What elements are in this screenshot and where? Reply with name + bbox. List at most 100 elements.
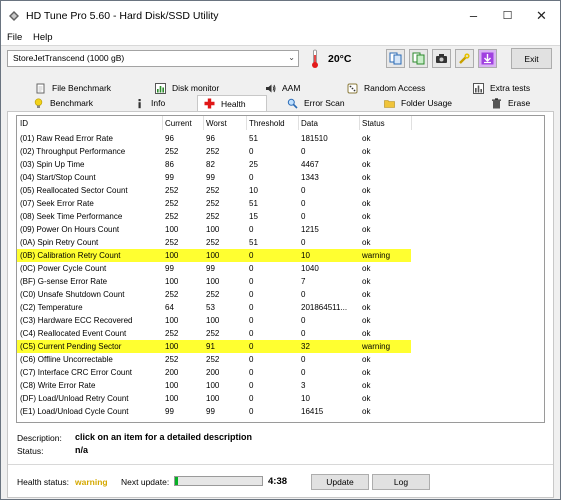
table-row[interactable]: (0C) Power Cycle Count 99 99 0 1040 ok — [17, 262, 411, 275]
current-cell: 252 — [165, 329, 179, 338]
table-row[interactable]: (01) Raw Read Error Rate 96 96 51 181510 ok — [17, 132, 411, 145]
tab-error-scan[interactable]: Error Scan — [287, 96, 345, 110]
data-cell: 0 — [301, 199, 306, 208]
log-button[interactable]: Log — [372, 474, 430, 490]
tab-label: AAM — [282, 83, 301, 93]
tab-file-benchmark[interactable]: File Benchmark — [35, 81, 111, 95]
table-row[interactable]: (C6) Offline Uncorrectable 252 252 0 0 ok — [17, 353, 411, 366]
data-cell: 0 — [301, 355, 306, 364]
worst-cell: 252 — [206, 355, 220, 364]
table-row[interactable]: (05) Reallocated Sector Count 252 252 10 0 ok — [17, 184, 411, 197]
table-row[interactable]: (C2) Temperature 64 53 0 201864511... ok — [17, 301, 411, 314]
table-row[interactable]: (0B) Calibration Retry Count 100 100 0 10 war… — [17, 249, 411, 262]
tab-aam[interactable]: AAM — [265, 81, 300, 95]
close-button[interactable]: ✕ — [525, 1, 558, 30]
column-header-status[interactable]: Status — [360, 116, 412, 130]
table-row[interactable]: (C4) Reallocated Event Count 252 252 0 0 ok — [17, 327, 411, 340]
copy-screenshot-button[interactable] — [409, 49, 428, 68]
status-cell: ok — [362, 212, 371, 221]
table-row[interactable]: (C8) Write Error Rate 100 100 0 3 ok — [17, 379, 411, 392]
column-header-data[interactable]: Data — [299, 116, 360, 130]
exit-button[interactable]: Exit — [511, 48, 552, 69]
worst-cell: 252 — [206, 212, 220, 221]
data-cell: 10 — [301, 394, 310, 403]
status-cell: ok — [362, 173, 371, 182]
drive-select[interactable]: StoreJetTranscend (1000 gB) ⌄ — [7, 50, 299, 67]
threshold-cell: 0 — [249, 173, 254, 182]
data-cell: 0 — [301, 186, 306, 195]
smart-table[interactable]: ID Current Worst Threshold Data Status (… — [16, 115, 545, 423]
tab-label: Info — [151, 98, 166, 108]
threshold-cell: 0 — [249, 394, 254, 403]
table-row[interactable]: (03) Spin Up Time 86 82 25 4467 ok — [17, 158, 411, 171]
threshold-cell: 51 — [249, 238, 258, 247]
dice-icon — [347, 83, 358, 93]
tab-disk-monitor[interactable]: Disk monitor — [155, 81, 219, 95]
column-header-threshold[interactable]: Threshold — [247, 116, 299, 130]
tab-folder-usage[interactable]: Folder Usage — [384, 96, 452, 110]
data-cell: 1343 — [301, 173, 319, 182]
current-cell: 96 — [165, 134, 174, 143]
attribute-name-cell: (01) Raw Read Error Rate — [17, 132, 163, 145]
table-row[interactable]: (C0) Unsafe Shutdown Count 252 252 0 0 ok — [17, 288, 411, 301]
table-row[interactable]: (C3) Hardware ECC Recovered 100 100 0 0 ok — [17, 314, 411, 327]
current-cell: 252 — [165, 355, 179, 364]
worst-cell: 252 — [206, 238, 220, 247]
tab-info[interactable]: Info — [134, 96, 165, 110]
current-cell: 99 — [165, 264, 174, 273]
maximize-button[interactable]: ☐ — [491, 1, 524, 30]
status-cell: warning — [362, 342, 391, 351]
save-button[interactable] — [478, 49, 497, 68]
minimize-button[interactable]: – — [457, 1, 490, 30]
screenshot-button[interactable] — [432, 49, 451, 68]
table-row[interactable]: (DF) Load/Unload Retry Count 100 100 0 10 ok — [17, 392, 411, 405]
tab-label: Benchmark — [50, 98, 93, 108]
status-cell: ok — [362, 160, 371, 169]
table-row[interactable]: (0A) Spin Retry Count 252 252 51 0 ok — [17, 236, 411, 249]
current-cell: 252 — [165, 212, 179, 221]
menu-file[interactable]: File — [7, 32, 22, 43]
copy-screenshot-icon — [412, 52, 425, 65]
update-button[interactable]: Update — [311, 474, 369, 490]
table-row[interactable]: (C7) Interface CRC Error Count 200 200 0 0 ok — [17, 366, 411, 379]
current-cell: 99 — [165, 407, 174, 416]
table-row[interactable]: (04) Start/Stop Count 99 99 0 1343 ok — [17, 171, 411, 184]
table-row[interactable]: (08) Seek Time Performance 252 252 15 0 ok — [17, 210, 411, 223]
table-row[interactable]: (09) Power On Hours Count 100 100 0 1215 ok — [17, 223, 411, 236]
current-cell: 252 — [165, 238, 179, 247]
tab-label: Folder Usage — [401, 98, 453, 108]
threshold-cell: 0 — [249, 316, 254, 325]
status-cell: ok — [362, 290, 371, 299]
tab-extra-tests[interactable]: Extra tests — [473, 81, 530, 95]
tab-erase[interactable]: Erase — [491, 96, 530, 110]
current-cell: 100 — [165, 381, 179, 390]
column-header-worst[interactable]: Worst — [204, 116, 247, 130]
table-row[interactable]: (02) Throughput Performance 252 252 0 0 ok — [17, 145, 411, 158]
status-cell: ok — [362, 329, 371, 338]
tab-benchmark[interactable]: Benchmark — [33, 96, 93, 110]
threshold-cell: 0 — [249, 407, 254, 416]
attribute-name-cell: (BF) G-sense Error Rate — [17, 275, 163, 288]
tab-health[interactable]: Health — [197, 95, 267, 111]
title-bar[interactable]: HD Tune Pro 5.60 - Hard Disk/SSD Utility… — [1, 1, 560, 30]
current-cell: 64 — [165, 303, 174, 312]
menu-help[interactable]: Help — [33, 32, 53, 43]
table-row[interactable]: (07) Seek Error Rate 252 252 51 0 ok — [17, 197, 411, 210]
status-cell: ok — [362, 238, 371, 247]
copy-text-button[interactable] — [386, 49, 405, 68]
options-button[interactable] — [455, 49, 474, 68]
worst-cell: 100 — [206, 394, 220, 403]
status-cell: ok — [362, 264, 371, 273]
tab-label: Error Scan — [304, 98, 345, 108]
column-header-current[interactable]: Current — [163, 116, 204, 130]
download-arrow-icon — [481, 52, 494, 65]
threshold-cell: 15 — [249, 212, 258, 221]
status-cell: ok — [362, 355, 371, 364]
worst-cell: 91 — [206, 342, 215, 351]
column-header-id[interactable]: ID — [20, 116, 163, 130]
table-row[interactable]: (BF) G-sense Error Rate 100 100 0 7 ok — [17, 275, 411, 288]
update-progress-bar — [174, 476, 263, 486]
table-row[interactable]: (C5) Current Pending Sector 100 91 0 32 warni… — [17, 340, 411, 353]
tab-random-access[interactable]: Random Access — [347, 81, 425, 95]
table-row[interactable]: (E1) Load/Unload Cycle Count 99 99 0 16415 ok — [17, 405, 411, 418]
